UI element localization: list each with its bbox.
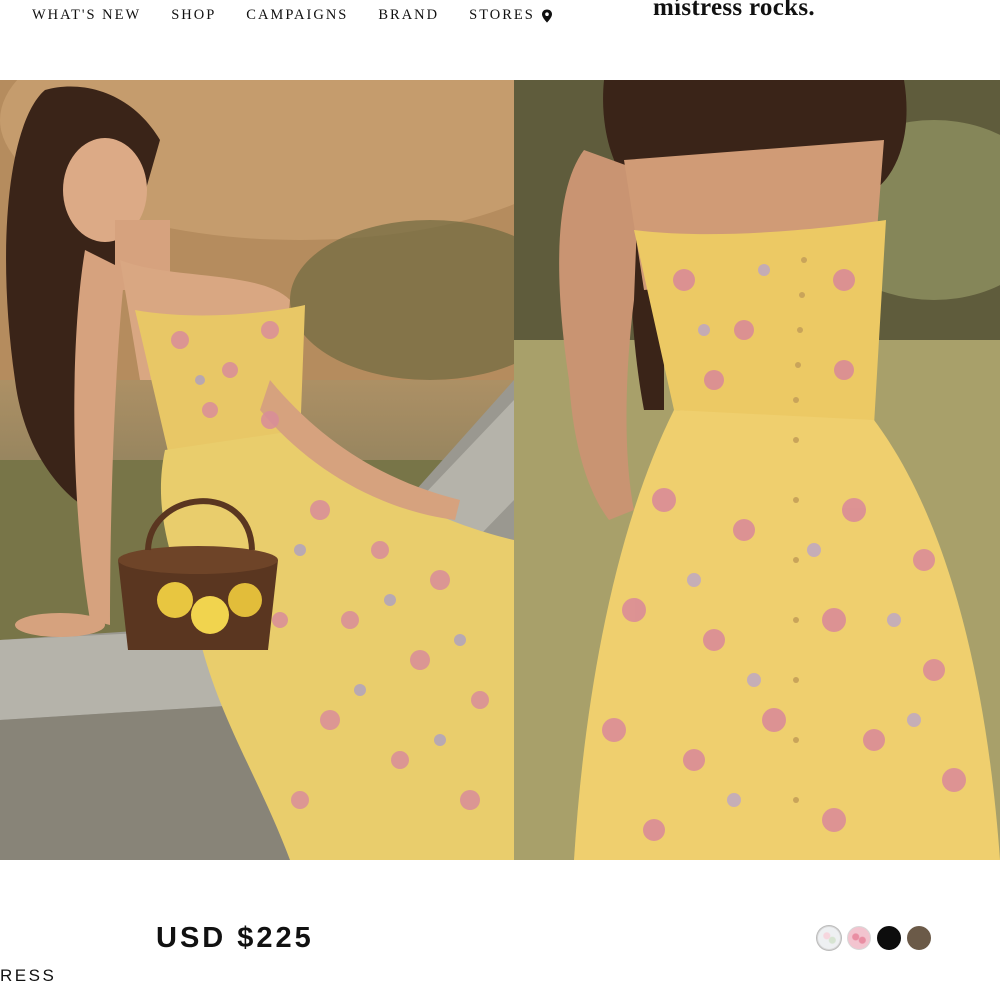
site-header: WHAT'S NEW SHOP CAMPAIGNS BRAND STORES m… bbox=[0, 0, 1000, 40]
swatch-brown[interactable] bbox=[907, 926, 931, 950]
location-pin-icon bbox=[541, 9, 552, 22]
nav-whats-new-label: WHAT'S NEW bbox=[32, 7, 142, 23]
product-photo-detail[interactable] bbox=[514, 80, 1000, 860]
product-photo-detail-image bbox=[514, 80, 1000, 860]
product-photo-seated-image bbox=[0, 80, 514, 860]
product-gallery bbox=[0, 80, 1000, 860]
swatch-white-floral[interactable] bbox=[817, 926, 841, 950]
nav-campaigns-label: CAMPAIGNS bbox=[246, 7, 349, 23]
swatch-black[interactable] bbox=[877, 926, 901, 950]
brand-logo[interactable]: místress rocks. bbox=[653, 0, 815, 22]
nav-whats-new[interactable]: WHAT'S NEW bbox=[32, 7, 141, 24]
nav-brand[interactable]: BRAND bbox=[378, 7, 439, 24]
nav-campaigns[interactable]: CAMPAIGNS bbox=[246, 7, 348, 24]
product-price: USD $225 bbox=[156, 922, 314, 954]
swatch-pink-floral[interactable] bbox=[847, 926, 871, 950]
product-photo-seated[interactable] bbox=[0, 80, 514, 860]
main-nav: WHAT'S NEW SHOP CAMPAIGNS BRAND STORES bbox=[32, 7, 583, 24]
color-swatches bbox=[817, 926, 931, 950]
nav-stores-label: STORES bbox=[469, 7, 535, 23]
nav-brand-label: BRAND bbox=[378, 7, 440, 23]
product-name: RESS bbox=[0, 966, 57, 985]
nav-stores[interactable]: STORES bbox=[469, 7, 553, 24]
nav-shop-label: SHOP bbox=[171, 7, 217, 23]
nav-shop[interactable]: SHOP bbox=[171, 7, 216, 24]
